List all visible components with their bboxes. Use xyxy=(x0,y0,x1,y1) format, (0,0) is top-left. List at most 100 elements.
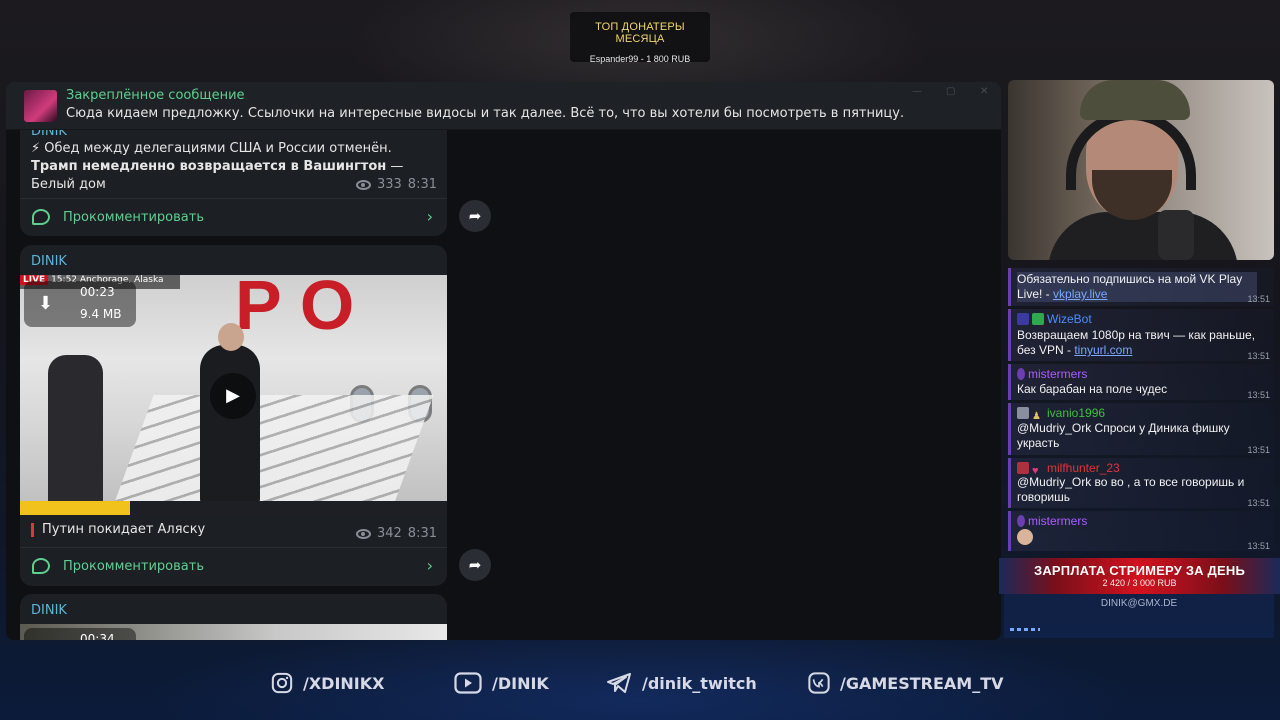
social-label: /GAMESTREAM_TV xyxy=(840,673,1004,693)
video-player[interactable]: P O LIVE 15:52 Anchorage, Alaska ⬇ 00:23… xyxy=(20,275,447,515)
top-donors-widget: ТОП ДОНАТЕРЫ МЕСЯЦА Espander99 - 1 800 R… xyxy=(570,12,710,64)
close-icon[interactable]: ✕ xyxy=(980,86,988,97)
comment-button[interactable]: Прокомментировать › xyxy=(20,198,447,236)
chat-message: mistermers Как барабан на поле чудес 13:… xyxy=(1008,364,1274,400)
chat-text: @Mudriy_Ork Спроси у Диника фишку украст… xyxy=(1017,421,1230,450)
views-icon xyxy=(355,179,371,190)
user-badge-icon xyxy=(1017,407,1029,419)
video-caption: Путин покидает Аляску xyxy=(31,522,205,537)
chat-text: Возвращаем 1080p на твич — как раньше, б… xyxy=(1017,328,1256,357)
post-author[interactable]: DINIK xyxy=(31,254,67,269)
video-size: 9.4 MB xyxy=(80,307,122,321)
telegram-window: Закреплённое сообщение Сюда кидаем предл… xyxy=(6,82,1001,640)
social-telegram[interactable]: /dinik_twitch xyxy=(606,672,757,694)
chat-time: 13:51 xyxy=(1247,541,1270,551)
views-count: 333 xyxy=(376,177,402,192)
post-time: 8:31 xyxy=(407,526,437,541)
chat-time: 13:51 xyxy=(1247,390,1270,400)
streamer-cap xyxy=(1080,80,1190,120)
chat-text: Как барабан на поле чудес xyxy=(1017,382,1168,396)
post-author[interactable]: DINIK xyxy=(31,603,67,618)
social-label: /XDINIKX xyxy=(303,673,385,693)
video-person-head xyxy=(218,323,244,351)
telegram-icon xyxy=(607,673,631,693)
post-meta: 333 8:31 xyxy=(355,177,437,192)
plane-livery: P O xyxy=(235,275,355,344)
social-instagram[interactable]: /XDINIKX xyxy=(271,672,385,694)
video-player[interactable]: 00:34 xyxy=(20,624,447,640)
stream-chat: Обязательно подпишись на мой VK Play Liv… xyxy=(1008,268,1274,554)
chat-message: Обязательно подпишись на мой VK Play Liv… xyxy=(1008,268,1274,306)
person-badge-icon: ♟ xyxy=(1032,411,1041,422)
chat-message: mistermers 13:51 xyxy=(1008,511,1274,551)
check-badge-icon xyxy=(1032,313,1044,325)
salary-goal-widget: ЗАРПЛАТА СТРИМЕРУ ЗА ДЕНЬ 2 420 / 3 000 … xyxy=(999,558,1280,594)
download-icon[interactable]: ⬇ xyxy=(38,293,53,314)
instagram-icon xyxy=(271,672,293,694)
video-download-badge[interactable]: 00:34 xyxy=(24,628,136,640)
chat-emote xyxy=(1017,529,1257,549)
chevron-right-icon: › xyxy=(426,556,433,575)
moon-badge-icon xyxy=(1017,515,1025,527)
chevron-right-icon: › xyxy=(426,207,433,226)
comment-label: Прокомментировать xyxy=(63,210,204,225)
twitch-badge-icon xyxy=(1017,313,1029,325)
message-post: DINIK 00:34 xyxy=(20,594,447,640)
chat-nick: mistermers xyxy=(1017,514,1087,529)
caption-text: Путин покидает Аляску xyxy=(42,522,206,537)
chat-text: Обязательно подпишись на мой VK Play Liv… xyxy=(1017,272,1257,302)
social-youtube[interactable]: /DINIK xyxy=(454,672,549,694)
goal-subpanel: DINIK@GMX.DE xyxy=(1004,594,1274,638)
ticker-line xyxy=(1010,628,1040,631)
views-icon xyxy=(355,528,371,539)
video-stairs xyxy=(106,395,434,515)
post-time: 8:31 xyxy=(407,177,437,192)
exclamation-icon xyxy=(31,522,34,537)
social-vk[interactable]: /GAMESTREAM_TV xyxy=(808,672,1004,694)
streamer-shirt xyxy=(1048,212,1238,260)
goal-title: ЗАРПЛАТА СТРИМЕРУ ЗА ДЕНЬ xyxy=(1033,563,1246,578)
minimize-icon[interactable]: — xyxy=(912,86,922,97)
chat-link[interactable]: vkplay.live xyxy=(1053,287,1107,301)
youtube-icon xyxy=(454,672,482,694)
chat-nick: ♥ milfhunter_23 xyxy=(1017,461,1120,477)
video-person xyxy=(200,323,260,505)
breaking-news-bar xyxy=(20,501,447,515)
comment-button[interactable]: Прокомментировать › xyxy=(20,547,447,585)
video-duration: 00:23 xyxy=(80,285,115,299)
share-icon: ➦ xyxy=(468,556,482,574)
emote-icon xyxy=(1017,529,1033,545)
top-donors-title: ТОП ДОНАТЕРЫ МЕСЯЦА xyxy=(595,21,685,45)
social-label: /DINIK xyxy=(492,673,549,693)
comment-icon xyxy=(32,209,50,225)
chat-time: 13:51 xyxy=(1247,351,1270,361)
headphones-icon xyxy=(1066,110,1196,190)
chat-message: ♟ ivanio1996 @Mudriy_Ork Спроси у Диника … xyxy=(1008,403,1274,455)
video-person xyxy=(48,355,103,505)
share-button[interactable]: ➦ xyxy=(459,549,491,581)
play-icon[interactable]: ▶ xyxy=(210,373,256,419)
video-download-badge[interactable]: ⬇ 00:23 9.4 MB xyxy=(24,281,136,327)
post-meta: 342 8:31 xyxy=(355,526,437,541)
chat-link[interactable]: tinyurl.com xyxy=(1074,343,1132,357)
chat-message: WizeBot Возвращаем 1080p на твич — как р… xyxy=(1008,309,1274,361)
chat-message: ♥ milfhunter_23 @Mudriy_Ork во во , а то … xyxy=(1008,458,1274,508)
chat-nick: ♟ ivanio1996 xyxy=(1017,406,1105,422)
top-donor-entry: Espander99 - 1 800 RUB xyxy=(589,54,691,64)
breaking-news-label xyxy=(20,501,130,515)
chat-time: 13:51 xyxy=(1247,498,1270,508)
share-button[interactable]: ➦ xyxy=(459,200,491,232)
maximize-icon[interactable]: ▢ xyxy=(946,86,955,97)
social-label: /dinik_twitch xyxy=(642,673,757,693)
message-post: DINIK P O LIVE 15:52 Anchorage, Alaska ⬇… xyxy=(20,245,447,586)
pinned-text: Сюда кидаем предложку. Ссылочки на интер… xyxy=(66,106,905,121)
webcam-feed xyxy=(1008,80,1274,260)
pinned-thumbnail xyxy=(24,90,57,122)
car-badge-icon xyxy=(1017,462,1029,474)
pinned-title: Закреплённое сообщение xyxy=(66,88,245,103)
comment-label: Прокомментировать xyxy=(63,559,204,574)
chat-text: @Mudriy_Ork во во , а то все говоришь и … xyxy=(1017,475,1245,504)
vk-icon xyxy=(808,672,830,694)
pinned-message[interactable]: Закреплённое сообщение Сюда кидаем предл… xyxy=(6,82,1001,130)
donation-email: DINIK@GMX.DE xyxy=(1100,598,1178,609)
